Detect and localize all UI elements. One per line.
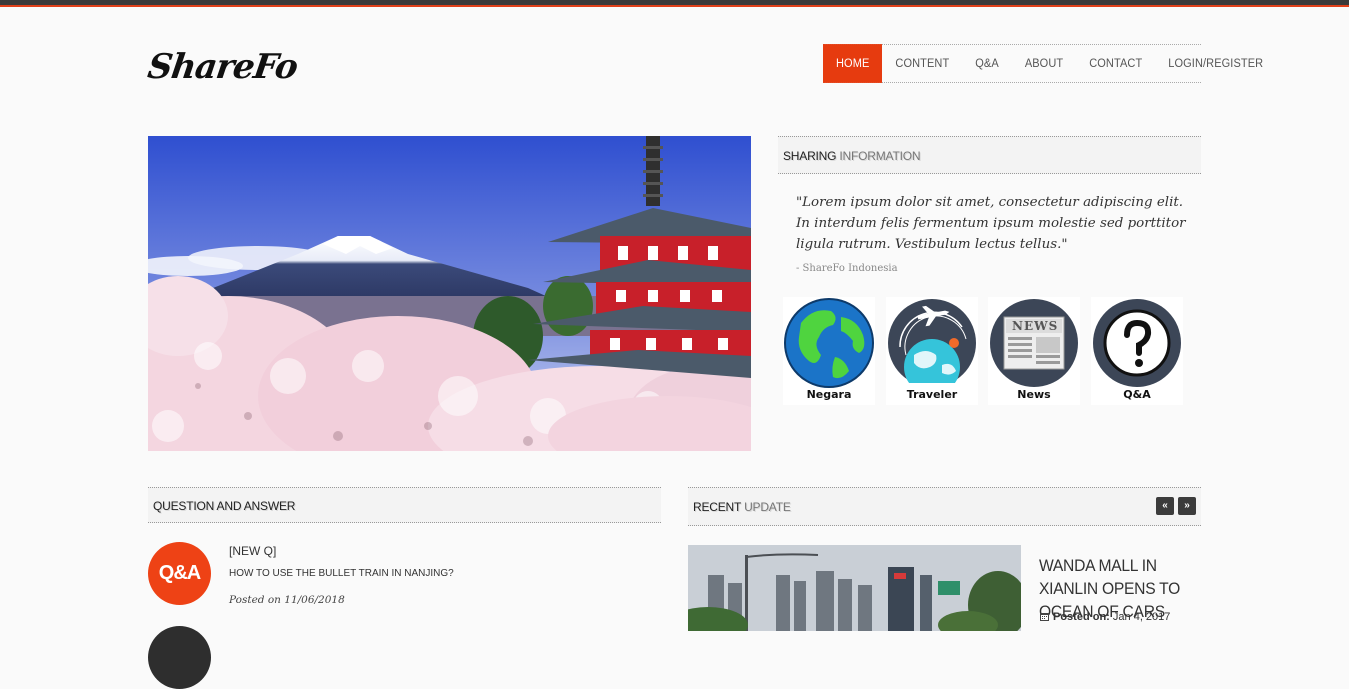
recent-post-meta: Posted on: Jan 4, 2017 bbox=[1040, 611, 1170, 623]
recent-prev-button[interactable]: « bbox=[1156, 497, 1174, 515]
qa-item-date: Posted on 11/06/2018 bbox=[229, 594, 345, 606]
category-negara[interactable]: Negara bbox=[783, 297, 875, 405]
nav-home[interactable]: HOME bbox=[823, 44, 883, 83]
nav-about[interactable]: ABOUT bbox=[1012, 44, 1076, 83]
category-label: Negara bbox=[806, 388, 852, 401]
question-mark-icon bbox=[1093, 299, 1181, 387]
qa-item-title[interactable]: HOW TO USE THE BULLET TRAIN IN NANJING? bbox=[229, 568, 454, 579]
sharing-heading-light: INFORMATION bbox=[839, 149, 921, 163]
qa-item-tag: [NEW Q] bbox=[229, 544, 277, 558]
qa-badge-text: Q&A bbox=[158, 562, 201, 584]
category-label: Traveler bbox=[906, 388, 958, 401]
recent-heading-dark: RECENT bbox=[693, 500, 741, 514]
quote-author: - ShareFo Indonesia bbox=[796, 263, 898, 274]
newspaper-icon bbox=[990, 299, 1078, 387]
airplane-globe-icon bbox=[886, 299, 978, 389]
qa-next-avatar[interactable] bbox=[148, 626, 211, 689]
main-nav: HOME CONTENT Q&A ABOUT CONTACT LOGIN/REG… bbox=[823, 44, 1263, 83]
recent-heading-light: UPDATE bbox=[744, 500, 791, 514]
nav-contact[interactable]: CONTACT bbox=[1076, 44, 1155, 83]
category-label: Q&A bbox=[1123, 388, 1151, 401]
sharing-quote: "Lorem ipsum dolor sit amet, consectetur… bbox=[796, 195, 1186, 252]
top-bar-accent bbox=[0, 5, 1349, 7]
globe-icon bbox=[784, 298, 874, 388]
site-logo[interactable]: ShareFo bbox=[145, 44, 299, 90]
category-traveler[interactable]: Traveler bbox=[886, 297, 978, 405]
posted-date: Jan 4, 2017 bbox=[1112, 611, 1171, 623]
sharing-heading-dark: SHARING bbox=[783, 149, 837, 163]
qa-section-header: QUESTION AND ANSWER bbox=[148, 487, 661, 523]
hero-image bbox=[148, 136, 751, 451]
recent-post-image[interactable] bbox=[688, 545, 1021, 631]
recent-update-header: RECENT UPDATE bbox=[688, 487, 1201, 526]
calendar-icon bbox=[1040, 613, 1049, 621]
qa-heading: QUESTION AND ANSWER bbox=[153, 499, 296, 513]
recent-next-button[interactable]: » bbox=[1178, 497, 1196, 515]
news-masthead-text: NEWS bbox=[1012, 319, 1059, 333]
category-news[interactable]: NEWS News bbox=[988, 297, 1080, 405]
nav-qa[interactable]: Q&A bbox=[962, 44, 1012, 83]
posted-label: Posted on: bbox=[1053, 611, 1110, 623]
nav-login-register[interactable]: LOGIN/REGISTER bbox=[1155, 44, 1276, 83]
nav-content[interactable]: CONTENT bbox=[882, 44, 962, 83]
qa-badge-avatar[interactable]: Q&A bbox=[148, 542, 211, 605]
category-qa[interactable]: Q&A bbox=[1091, 297, 1183, 405]
category-label: News bbox=[1017, 388, 1051, 401]
sharing-info-header: SHARING INFORMATION bbox=[778, 136, 1201, 174]
